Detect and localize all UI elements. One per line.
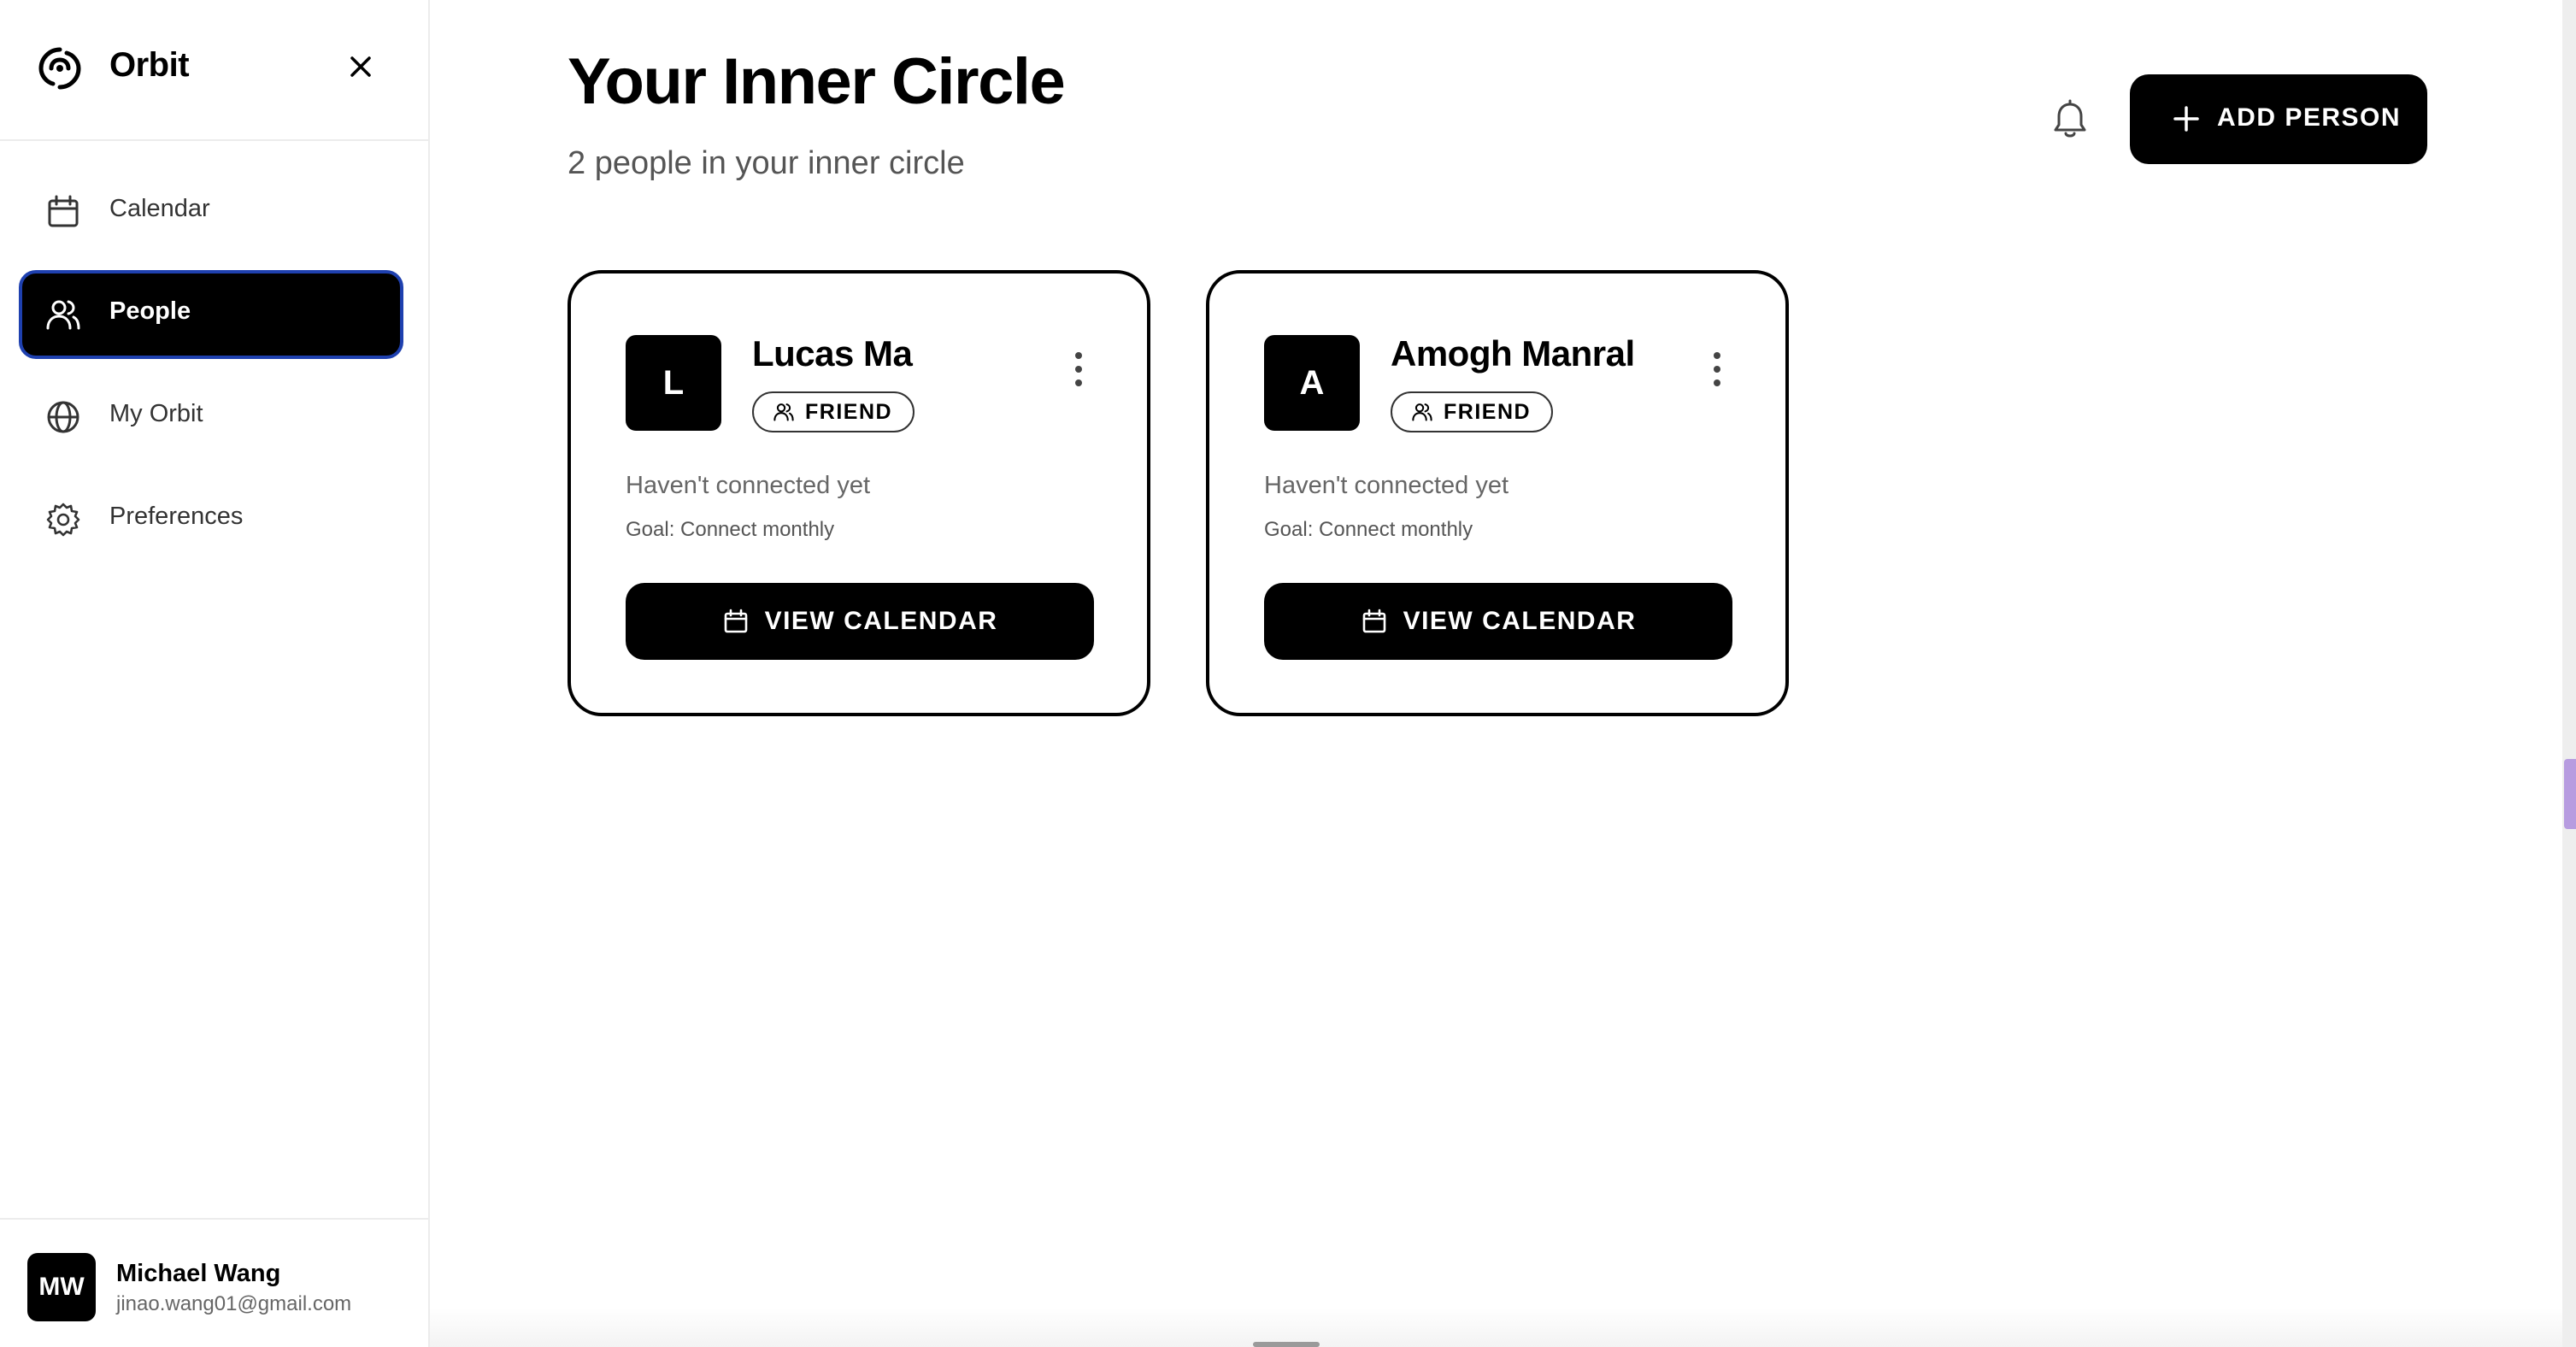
brand-name: Orbit: [109, 46, 190, 84]
badge-label: FRIEND: [1444, 399, 1532, 424]
notifications-bell-icon[interactable]: [2044, 96, 2096, 147]
person-avatar: A: [1264, 335, 1360, 431]
close-sidebar-button[interactable]: [342, 48, 379, 85]
person-name: Amogh Manral: [1391, 333, 1635, 374]
more-options-icon[interactable]: [1700, 344, 1734, 395]
person-card: L Lucas Ma FRIEND Haven't connected yet …: [568, 270, 1150, 716]
plus-icon: [2173, 106, 2199, 132]
user-name: Michael Wang: [116, 1260, 281, 1287]
globe-icon: [47, 401, 79, 433]
calendar-icon: [724, 609, 747, 633]
person-card: A Amogh Manral FRIEND Haven't connected …: [1206, 270, 1789, 716]
connection-goal: Goal: Connect monthly: [626, 518, 835, 541]
brand: Orbit: [34, 39, 393, 97]
sidebar-item-label: People: [109, 297, 191, 325]
sidebar-footer-divider: [0, 1218, 428, 1220]
page-subtitle: 2 people in your inner circle: [568, 145, 965, 181]
user-email: jinao.wang01@gmail.com: [116, 1292, 352, 1315]
relationship-badge: FRIEND: [1391, 391, 1554, 432]
calendar-icon: [48, 195, 79, 227]
page-title: Your Inner Circle: [568, 45, 1066, 118]
person-avatar: L: [626, 335, 721, 431]
sidebar-item-label: Calendar: [109, 195, 210, 222]
connection-status: Haven't connected yet: [1264, 472, 1509, 499]
calendar-icon: [1362, 609, 1385, 633]
sidebar-divider: [0, 139, 428, 141]
sidebar-item-calendar[interactable]: Calendar: [19, 168, 403, 256]
window-edge: [2562, 0, 2576, 1347]
sidebar-item-preferences[interactable]: Preferences: [19, 475, 403, 564]
user-avatar[interactable]: MW: [27, 1253, 96, 1321]
relationship-badge: FRIEND: [752, 391, 915, 432]
view-calendar-label: VIEW CALENDAR: [764, 607, 998, 635]
add-person-label: ADD PERSON: [2217, 103, 2402, 132]
people-icon: [46, 300, 80, 330]
more-options-icon[interactable]: [1062, 344, 1096, 395]
sidebar: Orbit Calendar People My Orbit Preferenc…: [0, 0, 430, 1347]
connection-status: Haven't connected yet: [626, 472, 871, 499]
view-calendar-button[interactable]: VIEW CALENDAR: [626, 583, 1094, 660]
sidebar-item-my-orbit[interactable]: My Orbit: [19, 373, 403, 462]
people-icon: [773, 403, 794, 421]
bottom-fade: [430, 1308, 2562, 1347]
bottom-drag-handle[interactable]: [1253, 1342, 1320, 1347]
gear-icon: [46, 503, 80, 537]
badge-label: FRIEND: [805, 399, 893, 424]
add-person-button[interactable]: ADD PERSON: [2130, 74, 2427, 164]
sidebar-item-label: My Orbit: [109, 400, 203, 427]
sidebar-item-label: Preferences: [109, 503, 244, 530]
orbit-logo-icon: [38, 47, 81, 90]
person-name: Lucas Ma: [752, 333, 913, 374]
people-icon: [1412, 403, 1432, 421]
view-calendar-button[interactable]: VIEW CALENDAR: [1264, 583, 1732, 660]
sidebar-item-people[interactable]: People: [19, 270, 403, 359]
connection-goal: Goal: Connect monthly: [1264, 518, 1473, 541]
side-tab-handle[interactable]: [2564, 759, 2576, 829]
view-calendar-label: VIEW CALENDAR: [1403, 607, 1637, 635]
